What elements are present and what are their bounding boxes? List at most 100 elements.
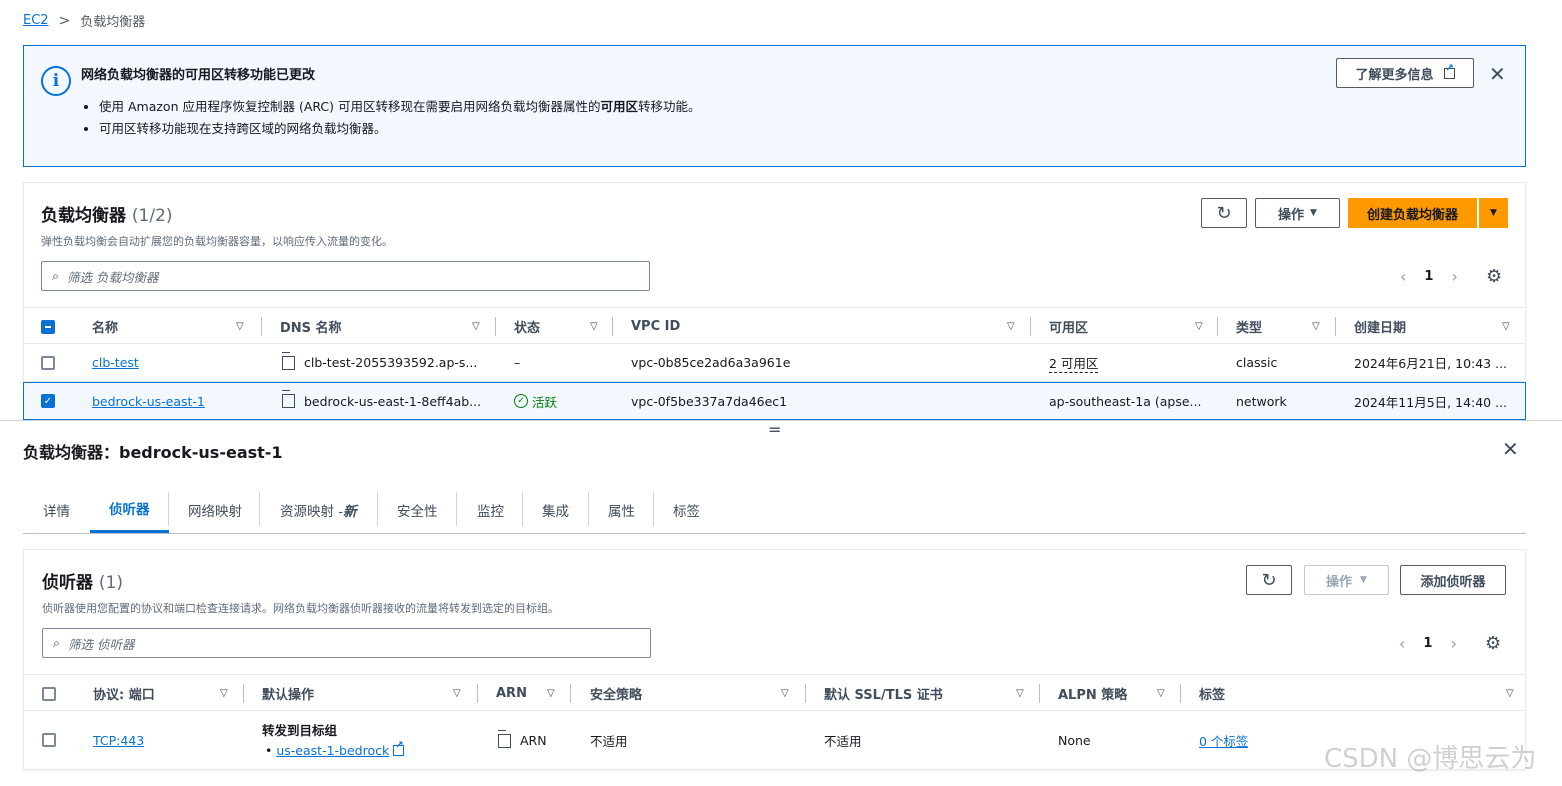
external-link-icon bbox=[393, 740, 405, 756]
sort-icon: ▽ bbox=[1016, 688, 1024, 699]
table-header: 名称 ▽ DNS 名称 ▽ 状态 ▽ VPC ID ▽ 可用区 ▽ 类型 ▽ 创建日期 ▽ bbox=[24, 307, 1525, 344]
copy-icon[interactable] bbox=[282, 390, 295, 408]
created-date: 2024年6月21日, 10:43 ... bbox=[1354, 356, 1508, 371]
column-header-alpn[interactable]: ALPN 策略 ▽ bbox=[1058, 675, 1165, 712]
sort-icon: ▽ bbox=[1007, 321, 1015, 332]
tab-listeners[interactable]: 侦听器 bbox=[90, 486, 169, 533]
dns-name: bedrock-us-east-1-8eff4ab... bbox=[304, 393, 482, 409]
close-icon[interactable]: ✕ bbox=[1489, 62, 1506, 86]
page-number[interactable]: 1 bbox=[1424, 269, 1433, 284]
created-date: 2024年11月5日, 14:40 ... bbox=[1354, 394, 1508, 410]
lb-name-link[interactable]: bedrock-us-east-1 bbox=[92, 394, 205, 409]
refresh-icon: ↻ bbox=[1261, 569, 1277, 591]
gear-icon[interactable]: ⚙ bbox=[1485, 633, 1501, 654]
tags-link[interactable]: 0 个标签 bbox=[1199, 731, 1248, 750]
sort-icon: ▽ bbox=[1502, 321, 1510, 332]
table-row[interactable]: TCP:443 转发到目标组 • us-east-1-bedrock ARN 不… bbox=[24, 711, 1525, 770]
column-header-default-action[interactable]: 默认操作 ▽ bbox=[262, 675, 461, 712]
next-page-icon[interactable]: › bbox=[1451, 267, 1457, 286]
default-action: 转发到目标组 • us-east-1-bedrock bbox=[262, 720, 405, 758]
column-header-security-policy[interactable]: 安全策略 ▽ bbox=[590, 675, 789, 712]
refresh-icon: ↻ bbox=[1216, 202, 1232, 224]
page-number[interactable]: 1 bbox=[1423, 636, 1432, 651]
vpc-id: vpc-0b85ce2ad6a3a961e bbox=[631, 355, 791, 370]
table-row[interactable]: clb-test clb-test-2055393592.ap-s... – v… bbox=[24, 344, 1525, 382]
column-header-az[interactable]: 可用区 ▽ bbox=[1049, 308, 1203, 345]
breadcrumb-ec2-link[interactable]: EC2 bbox=[23, 13, 49, 28]
target-group-item: • us-east-1-bedrock bbox=[262, 740, 405, 758]
arn-label: ARN bbox=[520, 733, 547, 748]
sort-icon: ▽ bbox=[236, 321, 244, 332]
breadcrumb-current: 负载均衡器 bbox=[80, 15, 146, 30]
actions-button[interactable]: 操作 ▼ bbox=[1255, 198, 1340, 228]
close-icon[interactable]: ✕ bbox=[1502, 437, 1519, 461]
column-header-arn[interactable]: ARN ▽ bbox=[496, 675, 555, 712]
sort-icon: ▽ bbox=[590, 321, 598, 332]
refresh-button[interactable]: ↻ bbox=[1201, 198, 1247, 228]
detail-tabs: 详情 侦听器 网络映射 资源映射 - 新 安全性 监控 集成 属性 标签 bbox=[23, 486, 1526, 534]
tab-network-mapping[interactable]: 网络映射 bbox=[188, 486, 242, 533]
caret-down-icon: ▼ bbox=[1310, 208, 1317, 218]
resize-handle-icon[interactable]: = bbox=[768, 420, 781, 439]
column-header-certificate[interactable]: 默认 SSL/TLS 证书 ▽ bbox=[824, 675, 1024, 712]
row-checkbox-checked[interactable]: ✓ bbox=[41, 394, 55, 408]
tab-integrations[interactable]: 集成 bbox=[542, 486, 569, 533]
column-header-type[interactable]: 类型 ▽ bbox=[1236, 308, 1320, 345]
tab-resource-map[interactable]: 资源映射 - 新 bbox=[280, 486, 357, 533]
add-listener-button[interactable]: 添加侦听器 bbox=[1400, 565, 1506, 595]
tab-details[interactable]: 详情 bbox=[43, 486, 70, 533]
search-icon: ⌕ bbox=[53, 635, 61, 650]
sort-icon: ▽ bbox=[781, 688, 789, 699]
column-header-protocol[interactable]: 协议: 端口 ▽ bbox=[93, 675, 228, 712]
create-load-balancer-button[interactable]: 创建负载均衡器 bbox=[1348, 198, 1477, 228]
target-group-link[interactable]: us-east-1-bedrock bbox=[276, 743, 389, 758]
tab-monitoring[interactable]: 监控 bbox=[477, 486, 504, 533]
next-page-icon[interactable]: › bbox=[1450, 634, 1456, 653]
sort-icon: ▽ bbox=[547, 688, 555, 699]
banner-bullet-2: 可用区转移功能现在支持跨区域的网络负载均衡器。 bbox=[99, 118, 701, 140]
panel-title: 负载均衡器 (1/2) bbox=[41, 206, 173, 226]
learn-more-button[interactable]: 了解更多信息 bbox=[1336, 58, 1474, 88]
column-header-created[interactable]: 创建日期 ▽ bbox=[1354, 308, 1510, 345]
column-header-vpc[interactable]: VPC ID ▽ bbox=[631, 308, 1015, 345]
row-checkbox[interactable] bbox=[42, 733, 56, 747]
search-input[interactable]: ⌕ 筛选 侦听器 bbox=[42, 628, 651, 658]
caret-down-icon: ▼ bbox=[1490, 208, 1497, 218]
listener-protocol-link[interactable]: TCP:443 bbox=[93, 733, 144, 748]
tab-tags[interactable]: 标签 bbox=[673, 486, 700, 533]
column-header-state[interactable]: 状态 ▽ bbox=[514, 308, 598, 345]
pagination: ‹ 1 › bbox=[1400, 267, 1458, 286]
vpc-id: vpc-0f5be337a7da46ec1 bbox=[631, 393, 788, 409]
security-policy: 不适用 bbox=[590, 734, 628, 749]
refresh-button[interactable]: ↻ bbox=[1246, 565, 1292, 595]
lb-name-link[interactable]: clb-test bbox=[92, 355, 139, 370]
panel-title: 侦听器 (1) bbox=[42, 573, 124, 593]
banner-title: 网络负载均衡器的可用区转移功能已更改 bbox=[81, 68, 316, 83]
create-dropdown-button[interactable]: ▼ bbox=[1479, 198, 1508, 228]
table-header: 协议: 端口 ▽ 默认操作 ▽ ARN ▽ 安全策略 ▽ 默认 SSL/TLS 证书 ▽ … bbox=[24, 674, 1525, 711]
state: – bbox=[514, 355, 521, 370]
tab-attributes[interactable]: 属性 bbox=[608, 486, 635, 533]
az-popover[interactable]: 2 可用区 bbox=[1049, 353, 1099, 373]
column-header-tags[interactable]: 标签 ▽ bbox=[1199, 675, 1514, 712]
banner-list: 使用 Amazon 应用程序恢复控制器 (ARC) 可用区转移现在需要启用网络负… bbox=[99, 96, 701, 140]
actions-button[interactable]: 操作 ▼ bbox=[1304, 565, 1389, 595]
select-all-checkbox[interactable] bbox=[41, 320, 55, 334]
column-header-dns[interactable]: DNS 名称 ▽ bbox=[280, 308, 480, 345]
availability-zone: ap-southeast-1a (apse... bbox=[1049, 393, 1202, 409]
copy-icon[interactable] bbox=[282, 351, 295, 370]
tab-security[interactable]: 安全性 bbox=[397, 486, 438, 533]
select-all-checkbox[interactable] bbox=[42, 687, 56, 701]
column-header-name[interactable]: 名称 ▽ bbox=[92, 308, 244, 345]
check-circle-icon: ✓ bbox=[514, 394, 528, 408]
prev-page-icon[interactable]: ‹ bbox=[1400, 267, 1406, 286]
row-checkbox[interactable] bbox=[41, 356, 55, 370]
table-row-selected[interactable]: ✓ bedrock-us-east-1 bedrock-us-east-1-8e… bbox=[23, 382, 1526, 420]
copy-icon[interactable] bbox=[498, 729, 511, 748]
sort-icon: ▽ bbox=[1195, 321, 1203, 332]
prev-page-icon[interactable]: ‹ bbox=[1399, 634, 1405, 653]
info-banner: i 网络负载均衡器的可用区转移功能已更改 使用 Amazon 应用程序恢复控制器… bbox=[23, 45, 1526, 167]
gear-icon[interactable]: ⚙ bbox=[1486, 266, 1502, 287]
search-input[interactable]: ⌕ 筛选 负载均衡器 bbox=[41, 261, 650, 291]
external-link-icon bbox=[1443, 63, 1455, 79]
